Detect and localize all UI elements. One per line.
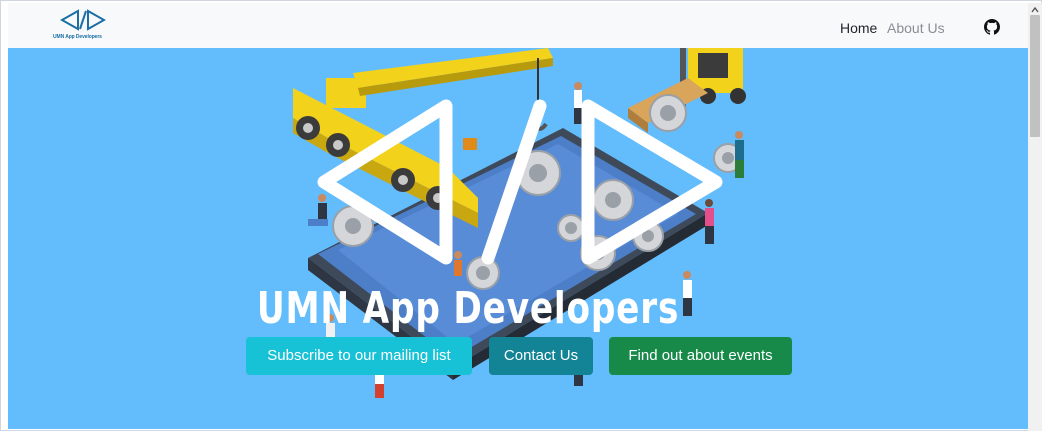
scrollbar-thumb[interactable]	[1030, 15, 1040, 137]
hero-section: UMN App Developers Subscribe to our mail…	[8, 48, 1028, 429]
contact-us-button[interactable]: Contact Us	[489, 337, 593, 375]
hero-title: UMN App Developers	[256, 283, 680, 334]
page-scrollbar[interactable]	[1028, 3, 1042, 431]
scroll-up-arrow-icon[interactable]	[1031, 6, 1039, 14]
forklift-icon	[628, 48, 746, 133]
github-icon[interactable]	[984, 19, 1000, 35]
nav-link-about-us[interactable]: About Us	[887, 20, 945, 36]
find-events-button[interactable]: Find out about events	[609, 337, 792, 375]
subscribe-mailing-list-button[interactable]: Subscribe to our mailing list	[246, 337, 472, 375]
top-navbar: UMN App Developers Home About Us	[8, 3, 1028, 48]
brand-text: UMN App Developers	[53, 34, 102, 40]
nav-link-home[interactable]: Home	[840, 20, 877, 36]
brand-logo[interactable]: UMN App Developers	[52, 9, 112, 43]
code-brackets-icon	[60, 9, 106, 31]
